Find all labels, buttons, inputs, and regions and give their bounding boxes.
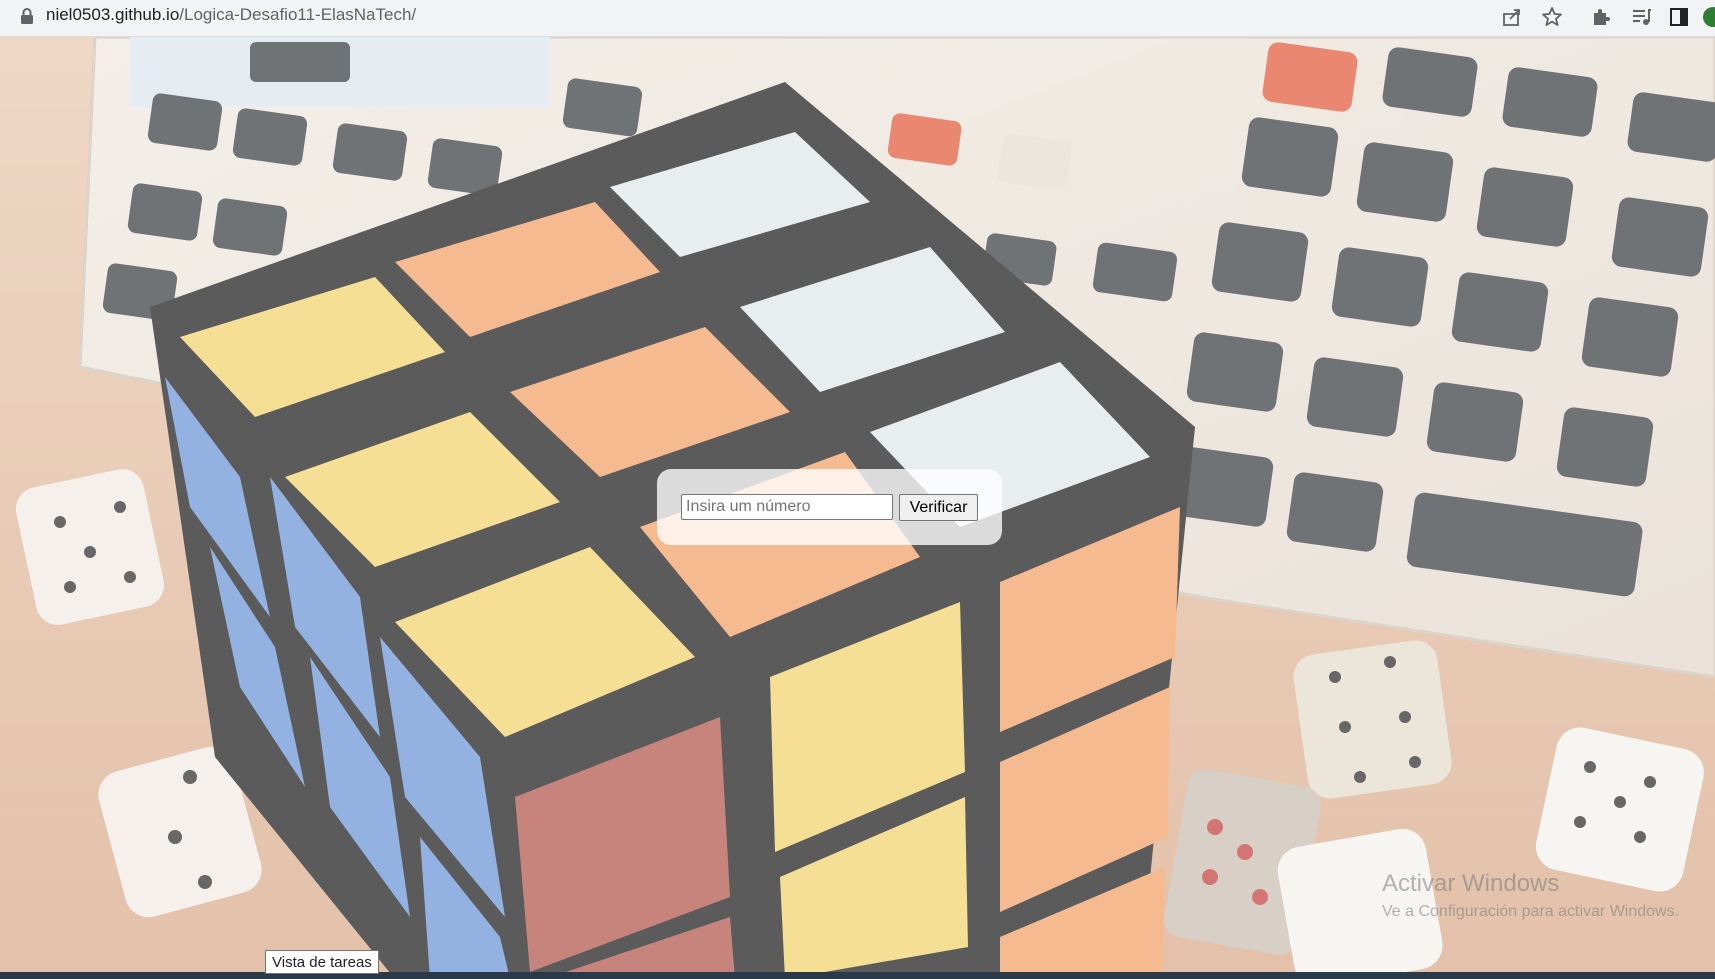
- activate-windows-subtitle: Ve a Configuración para activar Windows.: [1382, 903, 1680, 920]
- number-form: Verificar: [657, 469, 1002, 545]
- lock-icon[interactable]: [20, 7, 34, 25]
- activate-windows-title: Activar Windows: [1382, 870, 1560, 897]
- side-panel-icon[interactable]: [1668, 6, 1690, 28]
- taskbar[interactable]: [0, 972, 1715, 979]
- number-input[interactable]: [681, 494, 893, 520]
- profile-icon[interactable]: [1702, 6, 1715, 28]
- bookmark-star-icon[interactable]: [1541, 6, 1563, 28]
- extensions-icon[interactable]: [1590, 6, 1612, 28]
- reading-list-icon[interactable]: [1630, 6, 1652, 28]
- task-view-tooltip: Vista de tareas: [265, 950, 379, 974]
- url-text[interactable]: niel0503.github.io/Logica-Desafio11-Elas…: [46, 4, 416, 26]
- share-icon[interactable]: [1501, 6, 1523, 28]
- url-path: /Logica-Desafio11-ElasNaTech/: [179, 5, 417, 24]
- url-host: niel0503.github.io: [46, 5, 180, 24]
- browser-address-bar[interactable]: niel0503.github.io/Logica-Desafio11-Elas…: [0, 0, 1715, 37]
- verify-button[interactable]: Verificar: [899, 494, 978, 521]
